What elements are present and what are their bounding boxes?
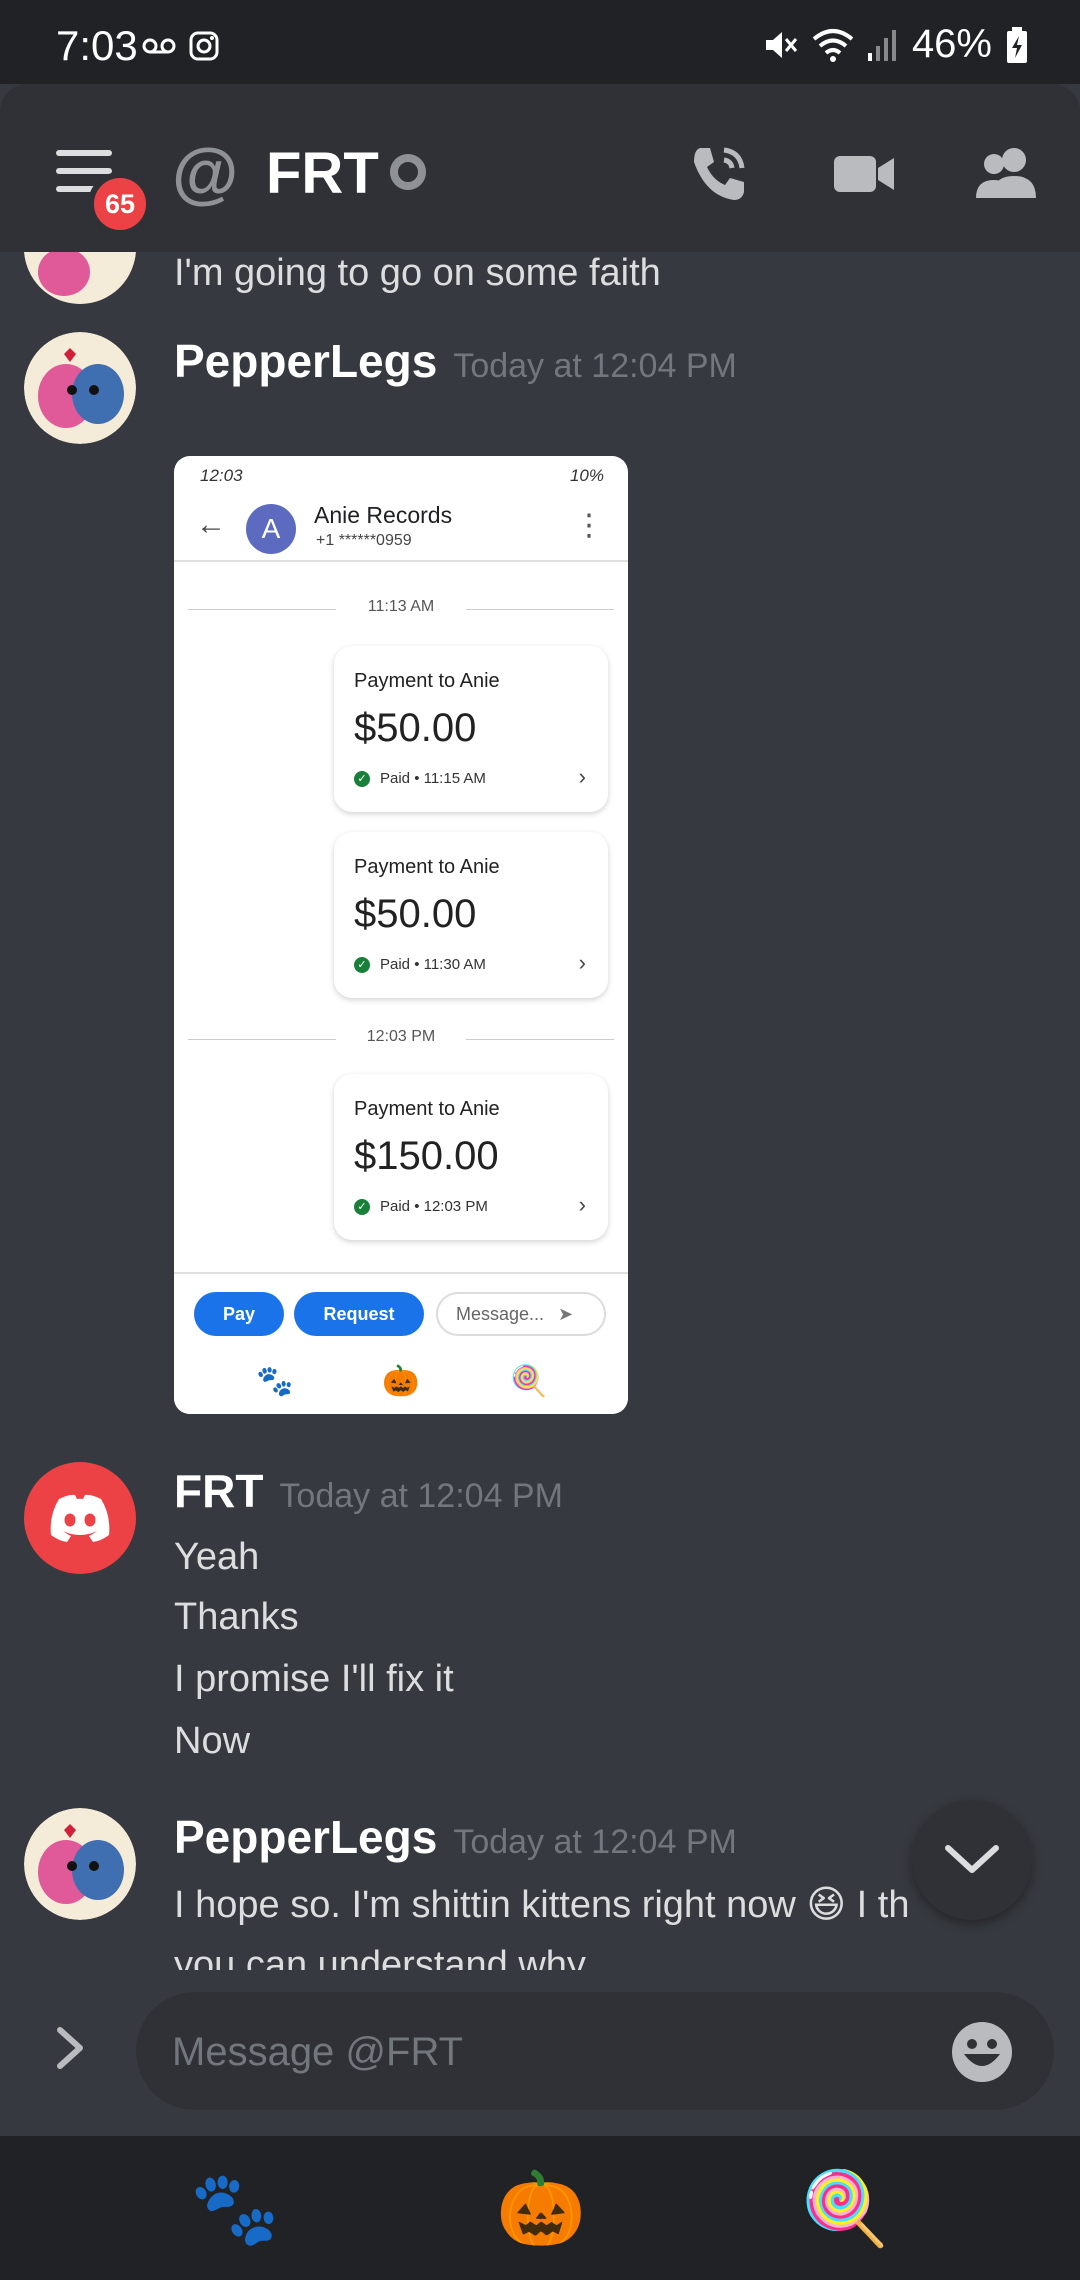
- status-bar: 7:03 46%: [0, 0, 1080, 84]
- message-composer: Message @FRT: [0, 1970, 1080, 2136]
- pay-button: Pay: [194, 1292, 284, 1336]
- message-text: I'm going to go on some faith: [174, 252, 661, 294]
- battery-charging-icon: [1007, 26, 1027, 63]
- request-button: Request: [294, 1292, 424, 1336]
- payment-card: Payment to Anie $50.00 ✓ Paid • 11:30 AM …: [334, 832, 608, 998]
- time-separator: 12:03 PM: [188, 1028, 614, 1046]
- mute-icon: [765, 31, 798, 58]
- message-input-placeholder: Message @FRT: [172, 2030, 464, 2074]
- lollipop-icon[interactable]: 🍭: [800, 2166, 890, 2251]
- message-input[interactable]: Message @FRT: [136, 1992, 1054, 2110]
- contact-name: Anie Records: [314, 502, 453, 528]
- jump-to-bottom-button[interactable]: [912, 1800, 1032, 1920]
- contact-avatar: A: [246, 504, 296, 554]
- battery-percent: 46%: [911, 22, 992, 66]
- chevron-down-icon: [945, 1845, 999, 1873]
- attachment-status-battery: 10%: [569, 466, 604, 485]
- emoji-picker-icon[interactable]: [950, 2020, 1014, 2084]
- pumpkin-icon[interactable]: 🎃: [496, 2166, 586, 2251]
- video-call-icon[interactable]: [832, 142, 896, 206]
- offline-status-icon: [390, 154, 426, 190]
- paw-icon[interactable]: 🐾: [190, 2166, 280, 2251]
- avatar[interactable]: [24, 1808, 136, 1920]
- message-timestamp: Today at 12:04 PM: [279, 1477, 563, 1515]
- check-icon: ✓: [354, 956, 370, 973]
- author-name[interactable]: FRT: [174, 1465, 263, 1517]
- pumpkin-icon: 🎃: [382, 1365, 420, 1398]
- chevron-right-icon[interactable]: [56, 2026, 86, 2070]
- paw-icon: 🐾: [256, 1365, 294, 1398]
- channel-title: FRT: [266, 141, 379, 206]
- voice-call-icon[interactable]: [686, 142, 750, 206]
- discord-logo-icon: [50, 1494, 110, 1542]
- avatar[interactable]: [24, 1462, 136, 1574]
- payment-amount: $150.00: [354, 1134, 499, 1178]
- avatar[interactable]: [24, 332, 136, 444]
- message-timestamp: Today at 12:04 PM: [453, 347, 737, 385]
- attachment-status-time: 12:03: [200, 466, 243, 485]
- chevron-right-icon: ›: [578, 764, 586, 789]
- channel-header: 65 @ FRT: [0, 84, 1080, 252]
- image-attachment[interactable]: 12:03 10% ← A Anie Records +1 ******0959…: [174, 456, 628, 1414]
- payment-amount: $50.00: [354, 892, 477, 936]
- more-options-icon: ⋮: [574, 509, 604, 542]
- wifi-icon: [812, 28, 854, 62]
- check-icon: ✓: [354, 770, 370, 787]
- lollipop-icon: 🍭: [510, 1365, 548, 1398]
- message-text: I hope so. I'm shittin kittens right now…: [174, 1884, 910, 1926]
- time-separator: 11:13 AM: [188, 598, 614, 616]
- payment-card: Payment to Anie $150.00 ✓ Paid • 12:03 PM…: [334, 1074, 608, 1240]
- message-timestamp: Today at 12:04 PM: [453, 1823, 737, 1861]
- voicemail-icon: [142, 38, 176, 54]
- chevron-right-icon: ›: [578, 1192, 586, 1217]
- laughing-emoji: 😆: [806, 1884, 847, 1926]
- author-name[interactable]: PepperLegs: [174, 1811, 437, 1863]
- contact-number: +1 ******0959: [316, 532, 412, 549]
- avatar[interactable]: [24, 252, 136, 304]
- attachment-action-bar: Pay Request Message... ➤ 🐾 🎃 🍭: [174, 1272, 628, 1414]
- members-icon[interactable]: [974, 142, 1040, 206]
- message-text: Yeah: [174, 1536, 260, 1578]
- send-icon: ➤: [558, 1303, 574, 1324]
- dm-at-icon: @: [172, 135, 239, 211]
- message-list[interactable]: I'm going to go on some faith PepperLegs…: [0, 252, 1080, 1970]
- attachment-contact-bar: ← A Anie Records +1 ******0959 ⋮: [174, 496, 628, 562]
- payment-card: Payment to Anie $50.00 ✓ Paid • 11:15 AM …: [334, 646, 608, 812]
- instagram-icon: [189, 31, 219, 61]
- message-text: I promise I'll fix it: [174, 1658, 454, 1700]
- back-arrow-icon: ←: [196, 508, 226, 541]
- unread-badge: 65: [88, 172, 152, 236]
- check-icon: ✓: [354, 1198, 370, 1215]
- status-time: 7:03: [56, 22, 138, 69]
- message-text: you can understand why: [174, 1944, 586, 1970]
- bottom-navigation: 🐾 🎃 🍭: [0, 2136, 1080, 2280]
- message-text: Thanks: [174, 1596, 299, 1638]
- payment-amount: $50.00: [354, 706, 477, 750]
- chevron-right-icon: ›: [578, 950, 586, 975]
- author-name[interactable]: PepperLegs: [174, 335, 437, 387]
- message-text: Now: [174, 1720, 251, 1762]
- signal-icon: [867, 29, 896, 61]
- attachment-message-field: Message... ➤: [436, 1292, 606, 1336]
